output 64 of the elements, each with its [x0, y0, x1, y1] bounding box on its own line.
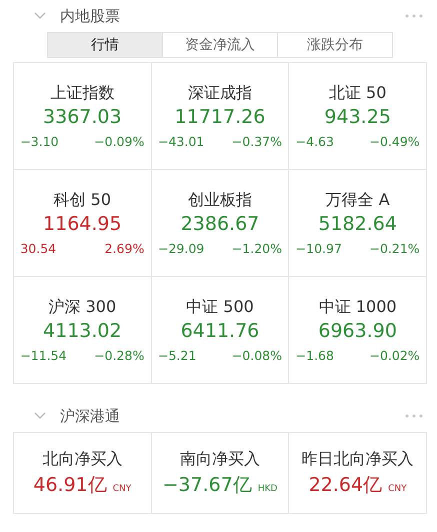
- index-name: 中证 500: [186, 297, 254, 318]
- more-icon[interactable]: [405, 414, 423, 418]
- index-name: 沪深 300: [48, 297, 116, 318]
- index-card[interactable]: 昨日北向净买入 22.64亿 CNY: [289, 433, 427, 514]
- index-card[interactable]: 北证 50 943.25 −4.63 −0.49%: [289, 63, 427, 170]
- change-value: −29.09: [158, 241, 204, 256]
- change-value: −4.63: [296, 134, 334, 149]
- more-icon[interactable]: [405, 14, 423, 18]
- currency-label: HKD: [258, 484, 278, 494]
- change-percent: −0.37%: [232, 134, 282, 149]
- change-percent: −0.09%: [94, 134, 144, 149]
- index-value: 22.64亿: [308, 472, 382, 498]
- tab[interactable]: 行情: [48, 33, 162, 57]
- index-name: 中证 1000: [318, 297, 397, 318]
- index-card[interactable]: 创业板指 2386.67 −29.09 −1.20%: [152, 170, 290, 277]
- index-name: 万得全 A: [326, 190, 390, 211]
- index-value: 46.91亿: [33, 472, 107, 498]
- index-value: 1164.95: [43, 213, 122, 235]
- change-percent: 2.69%: [104, 241, 144, 256]
- index-value: 2386.67: [180, 213, 260, 235]
- index-card[interactable]: 上证指数 3367.03 −3.10 −0.09%: [14, 63, 152, 170]
- chevron-icon[interactable]: [34, 412, 46, 420]
- change-value: −5.21: [158, 348, 196, 363]
- change-value: −43.01: [158, 134, 204, 149]
- index-card[interactable]: 北向净买入 46.91亿 CNY: [14, 433, 152, 514]
- index-name: 南向净买入: [180, 448, 260, 470]
- index-name: 北证 50: [328, 83, 386, 104]
- index-name: 昨日北向净买入: [302, 448, 414, 470]
- change-percent: −0.28%: [94, 348, 144, 363]
- change-value: −11.54: [20, 348, 67, 363]
- change-value: 30.54: [20, 241, 56, 256]
- change-percent: −0.08%: [232, 348, 282, 363]
- index-name: 创业板指: [188, 190, 252, 211]
- index-card[interactable]: 深证成指 11717.26 −43.01 −0.37%: [152, 63, 290, 170]
- index-value: 5182.64: [318, 213, 397, 235]
- section-title: 内地股票: [60, 6, 121, 26]
- change-percent: −0.21%: [369, 241, 420, 256]
- index-value: 943.25: [324, 106, 391, 128]
- index-name: 上证指数: [50, 83, 114, 104]
- change-value: −1.68: [296, 348, 334, 363]
- currency-label: CNY: [112, 484, 132, 494]
- index-value: 6411.76: [180, 320, 260, 342]
- change-percent: −1.20%: [232, 241, 282, 256]
- index-value: 6963.90: [318, 320, 397, 342]
- index-card[interactable]: 中证 1000 6963.90 −1.68 −0.02%: [289, 277, 427, 384]
- index-value: −37.67亿: [162, 472, 252, 498]
- currency-label: CNY: [388, 484, 407, 494]
- index-value: 3367.03: [43, 106, 122, 128]
- chevron-icon[interactable]: [34, 12, 46, 20]
- index-card[interactable]: 万得全 A 5182.64 −10.97 −0.21%: [289, 170, 427, 277]
- index-name: 北向净买入: [42, 448, 122, 470]
- index-card[interactable]: 沪深 300 4113.02 −11.54 −0.28%: [14, 277, 152, 384]
- change-value: −3.10: [20, 134, 59, 149]
- index-value: 11717.26: [174, 106, 266, 128]
- change-value: −10.97: [296, 241, 342, 256]
- index-name: 深证成指: [188, 83, 252, 104]
- index-card[interactable]: 南向净买入 −37.67亿 HKD: [152, 433, 290, 514]
- index-card[interactable]: 中证 500 6411.76 −5.21 −0.08%: [152, 277, 290, 384]
- index-card[interactable]: 科创 50 1164.95 30.54 2.69%: [14, 170, 152, 277]
- section-title: 沪深港通: [60, 406, 121, 426]
- change-percent: −0.49%: [369, 134, 420, 149]
- index-name: 科创 50: [54, 190, 112, 211]
- change-percent: −0.02%: [369, 348, 420, 363]
- index-value: 4113.02: [43, 320, 122, 342]
